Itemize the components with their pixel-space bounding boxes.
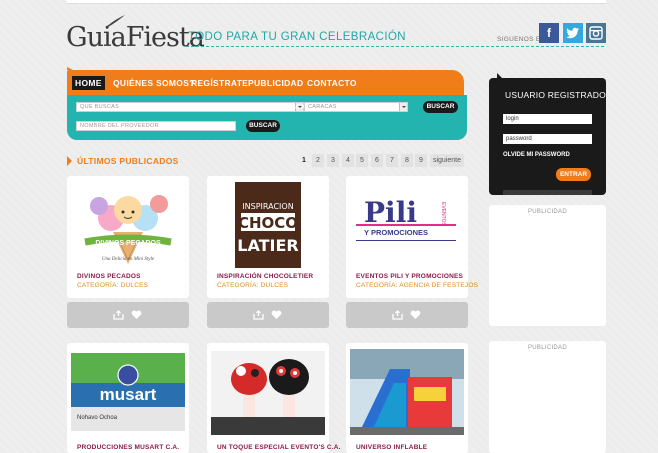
card-category: CATEGORÍA: AGENCIA DE FESTEJOS [356, 282, 479, 289]
nav-home[interactable]: HOME [72, 76, 105, 90]
bouncy-castle-photo [350, 349, 464, 435]
card-image[interactable]: Pili Y PROMOCIONES EVENTOS [350, 182, 464, 268]
twitter-icon[interactable] [563, 23, 583, 43]
card-actions [207, 302, 329, 328]
party-hats-photo [211, 351, 325, 435]
next-page-link[interactable]: siguiente [430, 154, 464, 167]
tagline: TODO PARA TU GRAN CELEBRACIÓN [188, 31, 407, 43]
nav-registrate[interactable]: REGÍSTRATE [191, 78, 248, 88]
musart-logo: musart Nohavo Ochoa [71, 353, 185, 431]
page-7[interactable]: 7 [386, 154, 398, 167]
chevron-down-icon[interactable] [399, 103, 407, 111]
card-actions [346, 302, 468, 328]
page-6[interactable]: 6 [371, 154, 383, 167]
image-side-text: EVENTOS [440, 202, 446, 226]
logo-text: GuiaFiesta [66, 22, 205, 53]
section-title: ÚLTIMOS PUBLICADOS [77, 156, 179, 166]
page-3[interactable]: 3 [327, 154, 339, 167]
eventos-pili-logo: Pili Y PROMOCIONES EVENTOS [350, 182, 464, 268]
heart-icon[interactable] [271, 310, 282, 320]
camera-icon [589, 26, 603, 40]
page-8[interactable]: 8 [401, 154, 413, 167]
nav-contacto[interactable]: CONTACTO [307, 78, 357, 88]
page-5[interactable]: 5 [356, 154, 368, 167]
where-label: DONDE LO BUSCAS [246, 104, 310, 111]
page-2[interactable]: 2 [312, 154, 324, 167]
card-title[interactable]: PRODUCCIONES MUSART C.A. [77, 444, 179, 451]
image-caption: musart [100, 385, 157, 404]
card-category: CATEGORÍA: DULCES [217, 282, 289, 289]
page-9[interactable]: 9 [415, 154, 427, 167]
heart-icon[interactable] [410, 310, 421, 320]
card-image[interactable]: musart Nohavo Ochoa [71, 353, 185, 431]
card-title[interactable]: EVENTOS PILI Y PROMOCIONES [356, 273, 463, 280]
ad-label: PUBLICIDAD [527, 209, 567, 215]
listing-card[interactable]: INSPIRACION CHOCO LATIER INSPIRACIÓN CHO… [207, 176, 329, 298]
divinos-pecados-logo: DIVINOS PECADOS Una Delicia en Mini Styl… [71, 182, 185, 268]
city-select[interactable]: CARACAS [304, 102, 408, 112]
forgot-password-link[interactable]: OLVIDE MI PASSWORD [503, 152, 570, 158]
search-button[interactable]: BUSCAR [423, 101, 458, 113]
facebook-icon[interactable]: f [539, 23, 559, 43]
image-line-3: LATIER [237, 236, 298, 255]
city-select-value: CARACAS [308, 104, 337, 110]
card-title[interactable]: UN TOQUE ESPECIAL EVENTO'S C.A. [217, 444, 341, 451]
image-caption: DIVINOS PECADOS [95, 240, 161, 247]
login-title: USUARIO REGISTRADO [505, 90, 606, 100]
listing-card[interactable]: musart Nohavo Ochoa PRODUCCIONES MUSART … [67, 343, 189, 453]
card-image[interactable]: DIVINOS PECADOS Una Delicia en Mini Styl… [71, 182, 185, 268]
share-icon[interactable] [253, 310, 264, 320]
page-4[interactable]: 4 [342, 154, 354, 167]
listing-card[interactable]: DIVINOS PECADOS Una Delicia en Mini Styl… [67, 176, 189, 298]
card-actions [67, 302, 189, 328]
card-title[interactable]: UNIVERSO INFLABLE [356, 444, 427, 451]
listing-card[interactable]: Pili Y PROMOCIONES EVENTOS EVENTOS PILI … [346, 176, 478, 298]
nav-quienes-somos[interactable]: QUIÉNES SOMOS? [113, 78, 195, 88]
main-nav: HOME QUIÉNES SOMOS? REGÍSTRATE PUBLICIDA… [67, 67, 464, 95]
image-subcaption: Nohavo Ochoa [77, 415, 118, 421]
provider-input[interactable]: NOMBRE DEL PROVEEDOR [76, 121, 236, 131]
card-image[interactable]: INSPIRACION CHOCO LATIER [211, 182, 325, 268]
listing-card[interactable]: UNIVERSO INFLABLE [346, 343, 468, 453]
twitter-bird-icon [566, 27, 579, 39]
instagram-icon[interactable] [586, 23, 606, 43]
login-footer [503, 190, 592, 195]
ad-slot[interactable]: PUBLICIDAD [489, 205, 606, 326]
inspiracion-chocolatier-logo: INSPIRACION CHOCO LATIER [211, 182, 325, 268]
listing-card[interactable]: UN TOQUE ESPECIAL EVENTO'S C.A. [207, 343, 340, 453]
card-title[interactable]: INSPIRACIÓN CHOCOLETIER [217, 273, 313, 280]
image-line-2: CHOCO [238, 214, 298, 232]
divider [186, 46, 604, 47]
share-icon[interactable] [392, 310, 403, 320]
page-1[interactable]: 1 [298, 154, 310, 167]
card-image[interactable] [211, 351, 325, 435]
image-line-1: INSPIRACION [242, 202, 293, 211]
username-field[interactable]: login [503, 114, 592, 124]
image-subcaption: Una Delicia en Mini Style [102, 257, 155, 262]
login-panel: USUARIO REGISTRADO login password OLVIDE… [489, 73, 606, 195]
card-category: CATEGORÍA: DULCES [77, 282, 149, 289]
nav-publicidad[interactable]: PUBLICIDAD [248, 78, 303, 88]
login-button[interactable]: ENTRAR [556, 168, 591, 181]
ad-label: PUBLICIDAD [527, 345, 567, 351]
ad-slot[interactable]: PUBLICIDAD [489, 341, 606, 453]
share-icon[interactable] [113, 310, 124, 320]
logo[interactable]: GuiaFiesta [66, 14, 205, 54]
section-arrow-icon [67, 156, 72, 166]
provider-search-button[interactable]: BUSCAR [246, 120, 280, 132]
search-panel: QUE BUSCAS DONDE LO BUSCAS CARACAS BUSCA… [67, 95, 467, 140]
image-line-2: Y PROMOCIONES [364, 228, 428, 237]
password-field[interactable]: password [503, 134, 592, 144]
card-title[interactable]: DIVINOS PECADOS [77, 273, 141, 280]
card-image[interactable] [350, 349, 464, 435]
heart-icon[interactable] [131, 310, 142, 320]
what-select-value: QUE BUSCAS [80, 104, 120, 110]
top-strip [67, 0, 606, 4]
